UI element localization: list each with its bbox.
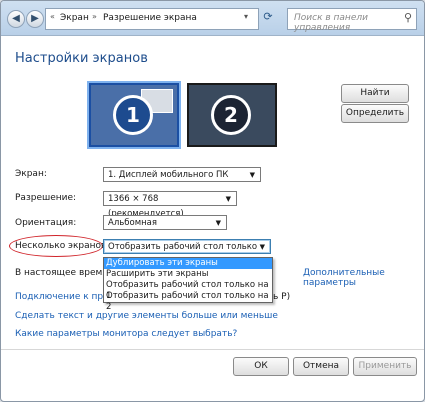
screen-label: Экран: [15,169,47,179]
multiple-screens-label: Несколько экранов: [15,241,110,251]
chevron-down-icon: ▼ [249,171,255,179]
monitor-number-1: 1 [113,95,153,135]
dropdown-option-only-2[interactable]: Отобразить рабочий стол только на 2 [104,291,272,312]
screen-select[interactable]: 1. Дисплей мобильного ПК ▼ [103,167,261,182]
breadcrumb-item-screen[interactable]: Экран [60,13,89,23]
monitor-number-2: 2 [211,95,251,135]
dropdown-option-extend[interactable]: Расширить эти экраны [104,269,272,280]
search-placeholder: Поиск в панели управления [294,13,368,33]
multiple-screens-dropdown: Дублировать эти экраны Расширить эти экр… [103,257,273,312]
identify-button[interactable]: Определить [341,104,409,123]
apply-button[interactable]: Применить [353,357,417,376]
address-bar: ◀ ▶ « Экран » Разрешение экрана ▾ ⟳ Поис… [1,1,424,36]
ok-button[interactable]: ОК [233,357,289,376]
multiple-screens-select[interactable]: Отобразить рабочий стол только на 1 ▼ [103,239,271,267]
breadcrumb-separator: » [92,12,97,21]
search-icon[interactable]: ⚲ [404,11,412,24]
refresh-icon[interactable]: ⟳ [261,10,275,24]
resolution-label: Разрешение: [15,193,77,203]
monitor-help-link[interactable]: Какие параметры монитора следует выбрать… [15,329,237,339]
search-input[interactable]: Поиск в панели управления ⚲ [287,8,417,33]
chevron-down-icon: ▼ [225,195,231,203]
orientation-select[interactable]: Альбомная ▼ [103,215,227,230]
find-button[interactable]: Найти [341,84,409,103]
cancel-button[interactable]: Отмена [293,357,349,376]
text-size-link[interactable]: Сделать текст и другие элементы больше и… [15,311,278,321]
window: ◀ ▶ « Экран » Разрешение экрана ▾ ⟳ Поис… [0,0,425,402]
orientation-select-value: Альбомная [108,218,157,228]
dropdown-option-duplicate[interactable]: Дублировать эти экраны [104,258,272,269]
page-title: Настройки экранов [15,51,148,66]
resolution-select[interactable]: 1366 × 768 (рекомендуется) ▼ [103,191,237,219]
chevron-down-icon: ▼ [259,243,265,251]
advanced-settings-link[interactable]: Дополнительные параметры [303,268,424,288]
breadcrumb[interactable]: « Экран » Разрешение экрана ▾ [45,8,259,30]
chevron-down-icon: ▼ [215,219,221,227]
forward-button[interactable]: ▶ [26,10,44,28]
breadcrumb-root-icon: « [50,12,55,21]
breadcrumb-item-resolution[interactable]: Разрешение экрана [103,13,197,23]
monitor-1[interactable]: 1 [89,83,179,147]
chevron-down-icon[interactable]: ▾ [244,12,248,21]
screen-select-value: 1. Дисплей мобильного ПК [108,170,229,180]
monitor-preview: 1 2 [87,81,337,149]
monitor-2[interactable]: 2 [187,83,277,147]
back-button[interactable]: ◀ [7,10,25,28]
projector-link-tail: ь P) [273,292,291,302]
dropdown-option-only-1[interactable]: Отобразить рабочий стол только на 1 [104,280,272,301]
orientation-label: Ориентация: [15,218,77,228]
divider [1,349,424,350]
